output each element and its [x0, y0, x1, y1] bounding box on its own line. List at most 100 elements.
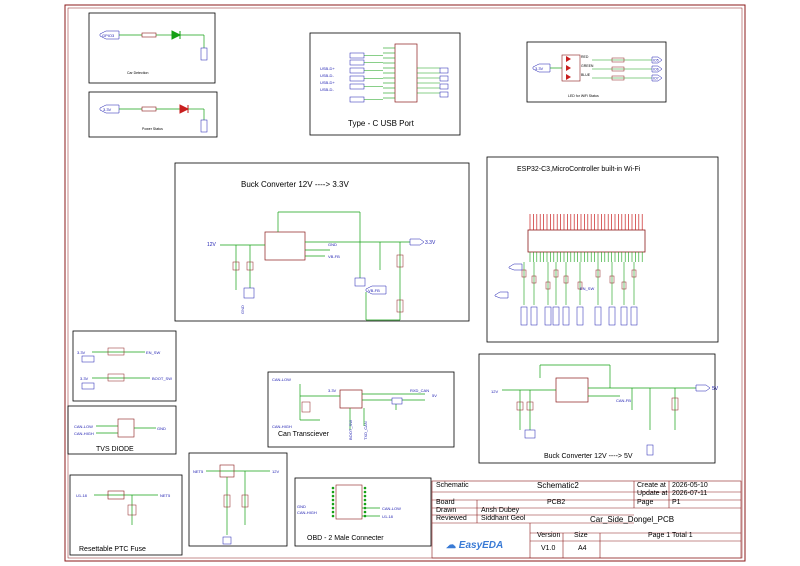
- label-power-status: Power Status: [142, 127, 163, 131]
- esp32-module: [527, 229, 646, 253]
- usb-gnd-flag: [439, 75, 449, 82]
- buck-ic-33: [264, 231, 306, 261]
- block-mosfet[interactable]: NET5 12V: [188, 452, 288, 547]
- led-diode-red: [179, 104, 190, 114]
- block-obd[interactable]: GND CAN-HIGH CAN-LOW U1-18 OBD - 2 Male …: [294, 477, 432, 547]
- tb-size-label: Size: [574, 532, 588, 539]
- block-buck-5[interactable]: 12V CAN-FB 5V Buck Converter 12V ----> 5…: [478, 353, 719, 464]
- net-3v3-btn1: 3.3V: [77, 350, 86, 355]
- tb-version-value: V1.0: [541, 545, 556, 552]
- easyeda-logo: ☁ EasyEDA: [446, 540, 503, 551]
- net-gpio3: GPIO3: [102, 33, 115, 38]
- usb-gnd-flag: [439, 91, 449, 98]
- net-green: GREEN: [581, 64, 594, 68]
- block-buttons[interactable]: 3.3V EN_SW 3.3V BOOT_SW: [72, 330, 177, 402]
- net-canlow-tvs: CAN-LOW: [74, 424, 93, 429]
- net-3v3-can: 3.3V: [328, 388, 337, 393]
- obd-pin: [331, 486, 335, 490]
- esp-net-flag: [594, 306, 602, 326]
- block-usb[interactable]: USB-D+ USB-D- USB-D+ USB-D- Type - C USB Po…: [309, 32, 461, 136]
- title-buck-5: Buck Converter 12V ----> 5V: [544, 453, 633, 460]
- usb-net-flag: [349, 52, 365, 59]
- net-en-sw-esp: EN_SW: [580, 286, 594, 291]
- net-5v-can: 5V: [432, 393, 437, 398]
- tb-drawn-value: Ansh Dubey: [481, 507, 520, 514]
- tvs-diode: [117, 418, 135, 438]
- block-ptc[interactable]: U1-18 NET5 Resettable PTC Fuse: [69, 474, 183, 556]
- net-canhigh-can: CAN-HIGH: [272, 424, 292, 429]
- net-net5-mos: NET5: [193, 469, 204, 474]
- net-canhigh-obd: CAN-HIGH: [297, 510, 317, 515]
- tb-board-label: Board: [436, 499, 455, 506]
- net-io7: IO7: [653, 77, 659, 81]
- esp-net-flag: [544, 306, 552, 326]
- resistor: [141, 32, 157, 38]
- obd-pin: [331, 514, 335, 518]
- led-diode: [171, 30, 182, 40]
- net-3v3-buck33: 3.3V: [425, 240, 436, 246]
- net-3v3-btn2: 3.3V: [80, 376, 89, 381]
- net-canlow-can: CAN-LOW: [272, 377, 291, 382]
- title-buck-33: Buck Converter 12V ----> 3.3V: [241, 180, 349, 189]
- buck-ic-5: [555, 377, 589, 403]
- usb-net-label: USB-D+: [320, 66, 335, 71]
- net-txd-can: TXD_CAN: [363, 421, 368, 440]
- obd-pin: [331, 494, 335, 498]
- title-tvs: TVS DIODE: [96, 446, 134, 453]
- tb-schematic-label: Schematic: [436, 482, 469, 489]
- tb-page-total: Page 1 Total 1: [648, 532, 693, 539]
- logo-text: EasyEDA: [458, 540, 504, 551]
- usb-net-flag: [349, 59, 365, 66]
- net-red: RED: [581, 55, 589, 59]
- usb-net-label: USB-D-: [320, 73, 334, 78]
- esp-net-flag: [620, 306, 628, 326]
- block-esp32[interactable]: ESP32-C3,MicroController built-in Wi-Fi …: [486, 156, 719, 343]
- usb-net-label: USB-D+: [320, 80, 335, 85]
- obd-pin: [331, 490, 335, 494]
- esp-net-flag: [562, 306, 570, 326]
- net-canlow-obd: CAN-LOW: [382, 506, 401, 511]
- net-12v-buck5: 12V: [491, 389, 498, 394]
- tb-update-value: 2026-07-11: [672, 490, 708, 497]
- can-ic: [339, 389, 363, 409]
- tb-reviewed-value: Siddhant Geol: [481, 515, 526, 522]
- block-can[interactable]: CAN-LOW CAN-HIGH 3.3V RXD_CAN 5V BOOT_SW…: [267, 371, 455, 448]
- obd-pin: [331, 510, 335, 514]
- tb-version-label: Version: [537, 532, 561, 539]
- block-tvs[interactable]: CAN-LOW CAN-HIGH GND TVS DIODE: [67, 405, 177, 455]
- esp-net-flag: [576, 306, 584, 326]
- esp-net-flag: [530, 306, 538, 326]
- net-en-sw: EN_SW: [146, 350, 160, 355]
- net-12v-buck33: 12V: [207, 242, 217, 248]
- net-blue: BLUE: [581, 73, 591, 77]
- net-boot-sw: BOOT_SW: [152, 376, 172, 381]
- obd-connector: [335, 484, 363, 520]
- net-u118-obd: U1-18: [382, 514, 394, 519]
- net-vbfb-b: VB-FB: [368, 288, 380, 293]
- tb-create-label: Create at: [637, 482, 666, 489]
- esp-net-flag: [552, 306, 560, 326]
- tb-update-label: Update at: [637, 490, 668, 497]
- net-canhigh-tvs: CAN-HIGH: [74, 431, 94, 436]
- net-net5-ptc: NET5: [160, 493, 171, 498]
- gnd-flag: [200, 47, 208, 61]
- usb-net-flag: [349, 96, 365, 103]
- obd-pin: [331, 498, 335, 502]
- block-led-car[interactable]: GPIO3 Car Detection: [88, 12, 216, 84]
- usb-gnd-flag: [439, 83, 449, 90]
- net-gnd-obd: GND: [297, 504, 306, 509]
- obd-pin: [331, 502, 335, 506]
- title-usb: Type - C USB Port: [348, 119, 415, 128]
- tb-page-value: P1: [672, 499, 681, 506]
- net-12v-mos: 12V: [272, 469, 279, 474]
- net-vbfb-a: VB-FB: [328, 254, 340, 259]
- esp-net-flag: [520, 306, 528, 326]
- block-led-power[interactable]: 3.3V Power Status: [88, 91, 218, 138]
- esp-net-flag: [608, 306, 616, 326]
- block-buck-33[interactable]: Buck Converter 12V ----> 3.3V 12V GND GN…: [174, 162, 470, 322]
- label-rgb: LED for WiFi Status: [568, 94, 599, 98]
- block-rgb[interactable]: 3.3V RED GREEN BLUE IO5 IO6 IO7 LED for …: [526, 41, 667, 103]
- title-can: Can Transciever: [278, 431, 330, 438]
- obd-pin: [363, 502, 367, 506]
- tb-board-value: PCB2: [547, 499, 566, 506]
